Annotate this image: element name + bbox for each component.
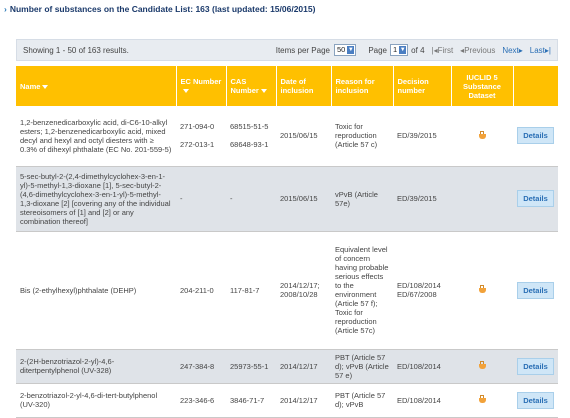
inclusion-reason: Equivalent level of concern having proba… bbox=[331, 231, 393, 350]
table-row: 5-sec-butyl-2-(2,4-dimethylcyclohex-3-en… bbox=[16, 166, 558, 232]
col-date-of-inclusion[interactable]: Date of inclusion bbox=[276, 66, 332, 106]
dropdown-arrow-icon: ▼ bbox=[347, 46, 355, 54]
flask-icon[interactable] bbox=[478, 285, 486, 293]
table-row: 2-benzotriazol-2-yl-4,6-di-tert-butylphe… bbox=[16, 383, 558, 418]
pagination-bar: Showing 1 - 50 of 163 results. Items per… bbox=[16, 39, 558, 61]
substance-name: 1,2-benzenedicarboxylic acid, di-C6-10-a… bbox=[16, 106, 176, 167]
details-cell: Details bbox=[513, 383, 558, 418]
substance-name: 5-sec-butyl-2-(2,4-dimethylcyclohex-3-en… bbox=[16, 166, 176, 232]
cas-number: 25973-55-1 bbox=[226, 349, 276, 384]
table-header-row: Name EC Number CAS Number Date of inclus… bbox=[16, 66, 559, 106]
cas-number: - bbox=[226, 166, 276, 232]
details-button[interactable]: Details bbox=[517, 127, 554, 145]
cas-number: 117-81-7 bbox=[226, 231, 276, 350]
page-label: Page bbox=[368, 45, 387, 55]
inclusion-date: 2014/12/17 bbox=[276, 383, 331, 418]
details-cell: Details bbox=[513, 349, 558, 384]
iuclid-cell bbox=[451, 349, 513, 384]
inclusion-reason: PBT (Article 57 d); vPvB bbox=[331, 383, 393, 418]
sort-icon bbox=[182, 89, 189, 94]
substance-name: 2-(2H-benzotriazol-2-yl)-4,6-ditertpenty… bbox=[16, 349, 176, 384]
ec-number: 204-211-0 bbox=[176, 231, 226, 350]
sort-icon bbox=[260, 89, 267, 94]
table-row: Bis (2-ethylhexyl)phthalate (DEHP) 204-2… bbox=[16, 231, 558, 350]
ec-number: - bbox=[176, 166, 226, 232]
col-name[interactable]: Name bbox=[16, 66, 177, 106]
cas-number: 3846-71-7 bbox=[226, 383, 276, 418]
ec-number: 271-094-0 272-013-1 bbox=[176, 106, 226, 167]
sort-icon bbox=[42, 84, 49, 89]
inclusion-reason: Toxic for reproduction (Article 57 c) bbox=[331, 106, 393, 167]
table-row: 2-(2H-benzotriazol-2-yl)-4,6-ditertpenty… bbox=[16, 349, 558, 384]
items-per-page-label: Items per Page bbox=[275, 45, 330, 55]
cas-number: 68515-51-5 68648-93-1 bbox=[226, 106, 276, 167]
col-cas-number[interactable]: CAS Number bbox=[226, 66, 277, 106]
details-button[interactable]: Details bbox=[517, 391, 554, 409]
candidate-list-heading: › Number of substances on the Candidate L… bbox=[4, 4, 315, 14]
inclusion-date: 2015/06/15 bbox=[276, 166, 331, 232]
col-ec-number[interactable]: EC Number bbox=[176, 66, 227, 106]
iuclid-cell bbox=[451, 106, 513, 167]
details-cell: Details bbox=[513, 106, 558, 167]
details-button[interactable]: Details bbox=[517, 190, 554, 207]
col-reason[interactable]: Reason for inclusion bbox=[331, 66, 394, 106]
iuclid-cell bbox=[451, 383, 513, 418]
decision-link[interactable]: ED/108/2014 bbox=[393, 349, 451, 384]
details-cell: Details bbox=[513, 231, 558, 350]
inclusion-date: 2015/06/15 bbox=[276, 106, 331, 167]
flask-icon[interactable] bbox=[478, 395, 486, 403]
page-count: of 4 bbox=[411, 45, 425, 55]
candidate-list-table: Name EC Number CAS Number Date of inclus… bbox=[16, 66, 559, 418]
inclusion-date: 2014/12/17; 2008/10/28 bbox=[276, 231, 331, 350]
substance-name: Bis (2-ethylhexyl)phthalate (DEHP) bbox=[16, 231, 176, 350]
previous-page-link[interactable]: ◂Previous bbox=[460, 46, 495, 55]
inclusion-reason: vPvB (Article 57e) bbox=[331, 166, 393, 232]
inclusion-date: 2014/12/17 bbox=[276, 349, 331, 384]
iuclid-cell bbox=[451, 166, 513, 232]
page-select[interactable]: 1 ▼ bbox=[390, 44, 409, 56]
decision-link[interactable]: ED/39/2015 bbox=[393, 106, 451, 167]
flask-icon[interactable] bbox=[478, 130, 486, 139]
items-per-page-select[interactable]: 50 ▼ bbox=[333, 44, 357, 56]
results-count: Showing 1 - 50 of 163 results. bbox=[23, 45, 129, 55]
details-button[interactable]: Details bbox=[517, 357, 554, 375]
col-iuclid-dataset: IUCLID 5 Substance Dataset bbox=[451, 66, 514, 106]
details-button[interactable]: Details bbox=[517, 281, 554, 299]
flask-icon[interactable] bbox=[478, 361, 486, 369]
col-details bbox=[513, 66, 559, 106]
details-cell: Details bbox=[513, 166, 558, 232]
col-decision-number[interactable]: Decision number bbox=[393, 66, 452, 106]
ec-number: 247-384-8 bbox=[176, 349, 226, 384]
next-page-link[interactable]: Next▸ bbox=[502, 46, 522, 55]
decision-link[interactable]: ED/39/2015 bbox=[393, 166, 451, 232]
ec-number: 223-346-6 bbox=[176, 383, 226, 418]
decision-link[interactable]: ED/108/2014 ED/67/2008 bbox=[393, 231, 451, 350]
first-page-link[interactable]: |◂First bbox=[432, 46, 454, 55]
dropdown-arrow-icon: ▼ bbox=[399, 46, 407, 54]
candidate-count-text: Number of substances on the Candidate Li… bbox=[9, 4, 316, 14]
chevron-right-icon: › bbox=[4, 4, 7, 14]
table-row: 1,2-benzenedicarboxylic acid, di-C6-10-a… bbox=[16, 106, 558, 167]
decision-link[interactable]: ED/108/2014 bbox=[393, 383, 451, 418]
last-page-link[interactable]: Last▸| bbox=[530, 46, 551, 55]
inclusion-reason: PBT (Article 57 d); vPvB (Article 57 e) bbox=[331, 349, 393, 384]
iuclid-cell bbox=[451, 231, 513, 350]
substance-name: 2-benzotriazol-2-yl-4,6-di-tert-butylphe… bbox=[16, 383, 176, 418]
